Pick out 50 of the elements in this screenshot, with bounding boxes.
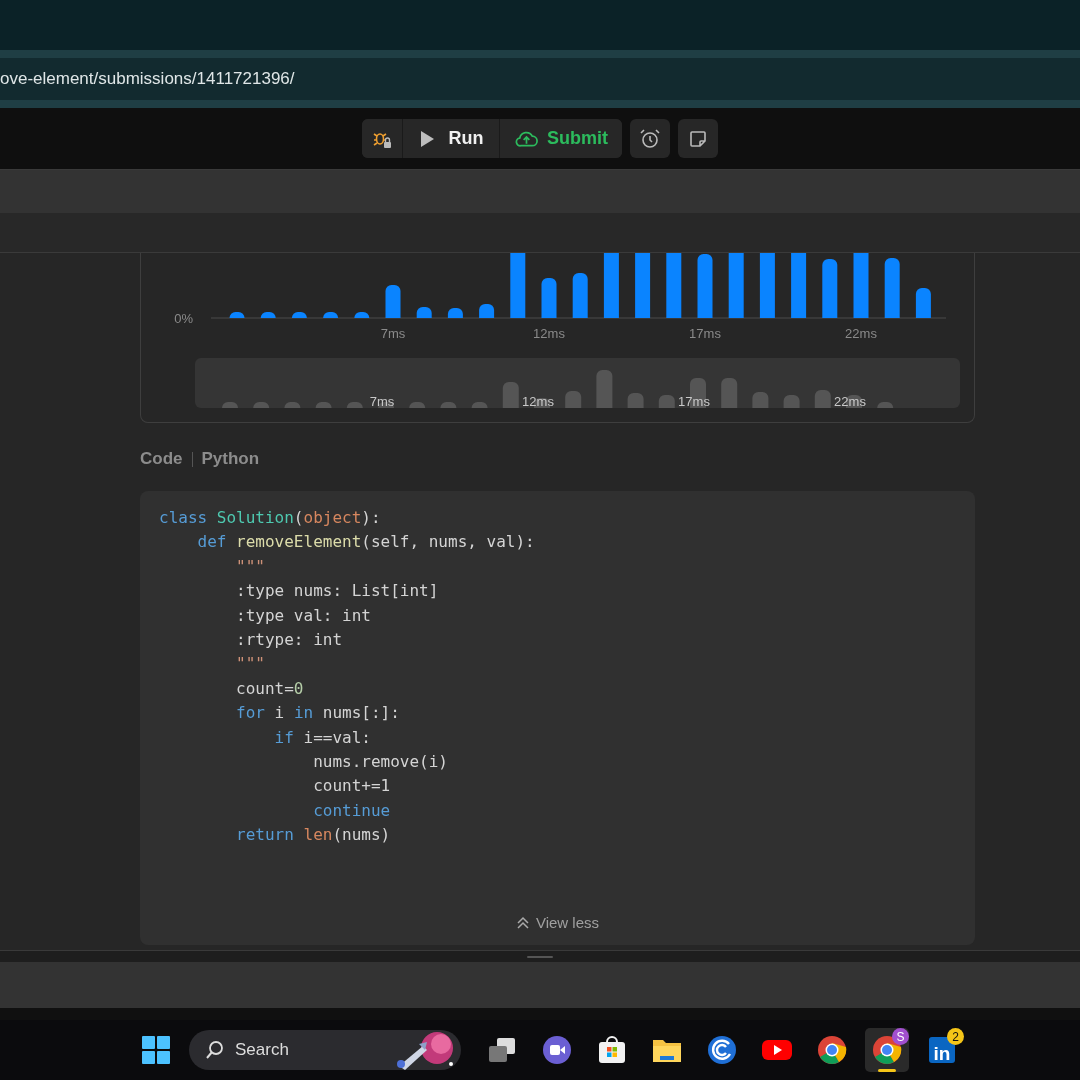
code-line: continue: [312, 799, 391, 822]
resize-handle[interactable]: [527, 955, 553, 958]
code-line: :rtype: int: [235, 629, 343, 652]
axis-label: 7ms: [369, 394, 395, 409]
axis-label: 22ms: [845, 326, 877, 341]
notes-button[interactable]: [678, 119, 718, 158]
code-line: nums.remove(i): [312, 751, 448, 774]
taskbar-app-button[interactable]: S: [865, 1028, 909, 1072]
timer-button[interactable]: [630, 119, 670, 158]
play-logo-icon: [761, 1038, 793, 1062]
axis-label: 17ms: [689, 326, 721, 341]
notification-badge: 2: [947, 1028, 964, 1045]
code-line: def removeElement(self, nums, val):: [196, 531, 535, 554]
axis-label: 17ms: [678, 394, 710, 409]
running-indicator: [878, 1069, 896, 1072]
swirl-logo-icon: [707, 1035, 737, 1065]
play-icon: [418, 129, 435, 148]
language-label: Python: [201, 449, 260, 469]
stacked-windows-icon: [487, 1036, 517, 1064]
debug-button[interactable]: [362, 119, 403, 158]
axis-label: 22ms: [834, 394, 866, 409]
search-icon: [205, 1040, 225, 1060]
code-line: """: [235, 555, 265, 578]
code-line: :type nums: List[int]: [235, 580, 439, 603]
address-url[interactable]: ove-element/submissions/1411721396/: [0, 69, 295, 89]
view-less-button[interactable]: View less: [515, 914, 600, 931]
store-bag-icon: [597, 1035, 627, 1065]
search-field[interactable]: Search: [233, 1039, 387, 1061]
axis-label: 0%: [174, 311, 193, 326]
axis-label: 12ms: [533, 326, 565, 341]
browser-logo-icon: [817, 1035, 847, 1065]
double-chevron-up-icon: [515, 915, 530, 930]
section-label: Code: [140, 449, 183, 469]
code-line: return len(nums): [235, 824, 391, 847]
code-line: class Solution(object):: [159, 507, 381, 529]
notification-badge: S: [892, 1028, 909, 1045]
alarm-clock-icon: [639, 127, 661, 150]
code-line: """: [235, 653, 265, 676]
taskbar-app-button[interactable]: in 2: [920, 1028, 964, 1072]
axis-label: 12ms: [522, 394, 554, 409]
code-line: if i==val:: [273, 726, 371, 749]
axis-label: 7ms: [380, 326, 406, 341]
windows-logo-icon: [141, 1035, 171, 1065]
code-line: count+=1: [312, 775, 391, 798]
code-line: :type val: int: [235, 604, 371, 627]
video-chat-icon: [542, 1035, 572, 1065]
note-icon: [688, 128, 708, 149]
code-line: count=0: [235, 677, 304, 700]
code-line: for i in nums[:]:: [235, 702, 400, 725]
taskbar-search-box[interactable]: Search: [189, 1030, 461, 1070]
